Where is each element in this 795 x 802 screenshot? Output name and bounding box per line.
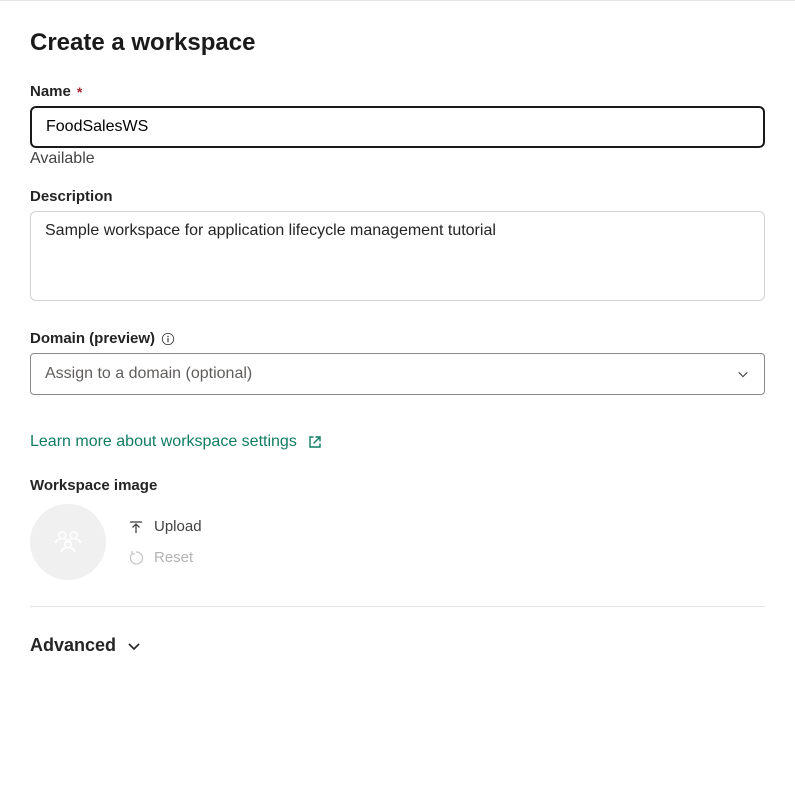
name-input[interactable] <box>30 106 765 148</box>
learn-more-link[interactable]: Learn more about workspace settings <box>30 433 323 451</box>
reset-icon <box>128 550 144 566</box>
domain-dropdown[interactable]: Assign to a domain (optional) <box>30 353 765 395</box>
page-title: Create a workspace <box>30 29 765 57</box>
info-icon <box>161 332 175 346</box>
workspace-image-label-text: Workspace image <box>30 477 157 494</box>
required-asterisk: * <box>77 84 82 100</box>
chevron-down-icon <box>126 638 142 654</box>
upload-label: Upload <box>154 518 202 535</box>
learn-more-text: Learn more about workspace settings <box>30 433 297 451</box>
name-label: Name * <box>30 83 765 100</box>
chevron-down-icon <box>736 367 750 381</box>
domain-placeholder: Assign to a domain (optional) <box>45 365 252 383</box>
name-label-text: Name <box>30 83 71 100</box>
divider <box>30 606 765 607</box>
name-status: Available <box>30 150 765 168</box>
people-icon <box>50 524 86 560</box>
external-link-icon <box>307 434 323 450</box>
advanced-label: Advanced <box>30 635 116 656</box>
reset-label: Reset <box>154 549 193 566</box>
advanced-toggle[interactable]: Advanced <box>30 635 142 656</box>
description-label: Description <box>30 188 765 205</box>
upload-button[interactable]: Upload <box>128 518 202 535</box>
workspace-avatar <box>30 504 106 580</box>
upload-icon <box>128 519 144 535</box>
description-input[interactable]: Sample workspace for application lifecyc… <box>30 211 765 301</box>
domain-label-text: Domain (preview) <box>30 330 155 347</box>
domain-label: Domain (preview) <box>30 330 765 347</box>
workspace-image-label: Workspace image <box>30 477 765 494</box>
reset-button: Reset <box>128 549 202 566</box>
description-label-text: Description <box>30 188 113 205</box>
